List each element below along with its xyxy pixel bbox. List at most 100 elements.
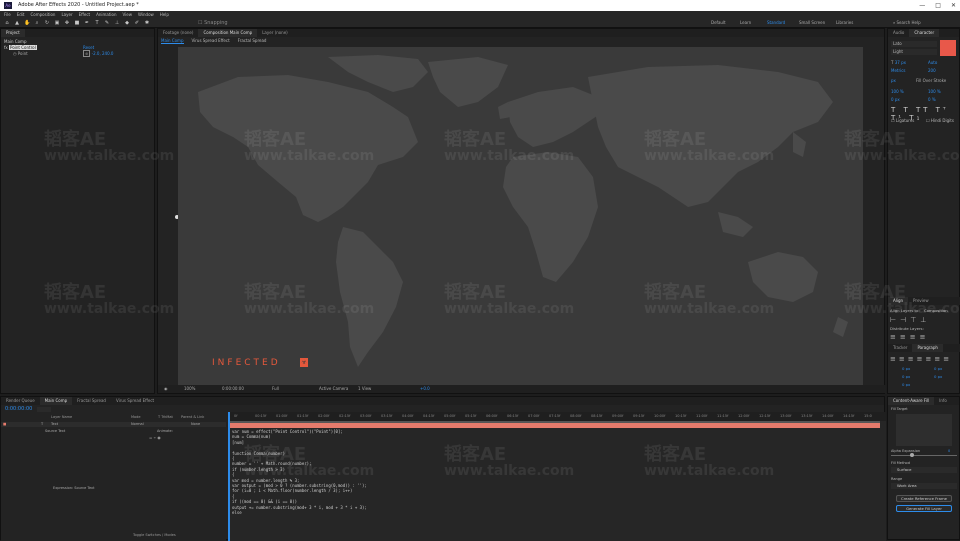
layer-parent[interactable]: None [191,422,200,426]
align-to-dropdown[interactable]: Composition [924,308,948,313]
col-trkmat[interactable]: T TrkMat [158,415,173,419]
fill-color-swatch[interactable] [940,40,956,56]
font-size-field[interactable]: T 37 px [891,60,906,65]
menu-file[interactable]: File [4,11,11,18]
clone-stamp-icon[interactable]: ⊥ [114,20,120,26]
selection-tool-icon[interactable]: ▲ [14,20,20,26]
type-tool-icon[interactable]: T [94,20,100,26]
project-item[interactable]: Main Comp [4,39,27,44]
col-mode[interactable]: Mode [131,415,141,419]
tab-composition[interactable]: Composition Main Comp [198,29,258,37]
layer-duration-bar[interactable] [228,423,880,428]
crosshair-icon[interactable]: ⊕ [83,50,91,57]
pan-behind-tool-icon[interactable]: ✥ [64,20,70,26]
tab-paragraph[interactable]: Paragraph [912,344,943,352]
fill-method-dropdown[interactable]: Surface [891,467,957,473]
baseline-field[interactable]: 0 px [891,97,900,102]
col-layer-name[interactable]: Layer Name [51,415,72,419]
tab-preview[interactable]: Preview [908,297,934,305]
toggle-switches-modes[interactable]: Toggle Switches / Modes [133,533,176,537]
snapshot-icon[interactable]: ◉ [164,385,168,393]
hindi-digits-checkbox[interactable]: ☐ Hindi Digits [926,118,954,123]
menu-help[interactable]: Help [160,11,169,18]
tab-project[interactable]: Project [1,29,25,37]
pen-tool-icon[interactable]: ✒ [84,20,90,26]
maximize-icon[interactable]: □ [935,0,941,11]
track-area[interactable]: 0f 00:15f 01:00f 01:15f 02:00f 02:15f 03:00f 03… [228,412,886,541]
tab-footage[interactable]: Footage (none) [158,29,198,37]
timeline-search-field[interactable] [37,407,51,412]
playhead[interactable] [228,412,230,541]
horizontal-scale-field[interactable]: 100 % [928,89,941,94]
layer-name[interactable]: Text [51,422,58,426]
home-icon[interactable]: ⌂ [4,20,10,26]
brush-tool-icon[interactable]: ✎ [104,20,110,26]
tab-info[interactable]: Info [934,397,952,405]
font-style-dropdown[interactable]: Light [891,49,937,55]
generate-fill-layer-button[interactable]: Generate Fill Layer [896,505,952,512]
distribute-buttons[interactable]: ≡≡≡≡ [890,333,929,341]
rotate-tool-icon[interactable]: ↻ [44,20,50,26]
tab-layer[interactable]: Layer (none) [257,29,293,37]
tracking-field[interactable]: 200 [928,68,936,73]
workspace-small-screen[interactable]: Small Screen [799,20,825,25]
layer-row[interactable]: ■ T Text Normal None [1,422,226,427]
indent-right-field[interactable]: 0 px [934,366,942,371]
breadcrumb-virus-spread[interactable]: Virus Spread Effect [192,38,230,44]
timecode-display[interactable]: 0:00:00:00 [222,385,244,393]
zoom-tool-icon[interactable]: ⌕ [34,20,40,26]
menu-view[interactable]: View [123,11,133,18]
ligatures-checkbox[interactable]: ☐ Ligatures [891,118,914,123]
tab-content-aware-fill[interactable]: Content-Aware Fill [888,397,935,405]
roto-brush-icon[interactable]: ✐ [134,20,140,26]
point-value[interactable]: ⊕ -2.0, 240.0 [83,50,113,57]
space-before-field[interactable]: 0 px [934,374,942,379]
tab-tracker[interactable]: Tracker [888,344,912,352]
close-icon[interactable]: ✕ [951,0,956,11]
eraser-tool-icon[interactable]: ◆ [124,20,130,26]
resolution-dropdown[interactable]: Full [272,385,279,393]
expression-editor[interactable]: var num = effect("Point Control")("Point… [232,429,872,516]
expression-controls[interactable]: = ⌁ ◉ [149,435,161,440]
menu-edit[interactable]: Edit [17,11,25,18]
tsume-field[interactable]: 0 % [928,97,936,102]
camera-dropdown[interactable]: Active Camera [319,385,348,393]
tab-render-queue[interactable]: Render Queue [1,397,40,405]
menu-window[interactable]: Window [138,11,154,18]
tab-fractal-spread[interactable]: Fractal Spread [72,397,111,405]
stroke-width-field[interactable]: px [891,78,896,83]
effect-row[interactable]: fx Point Control [4,45,37,50]
animate-dropdown[interactable]: Animate: [157,429,173,433]
tab-virus-spread-effect[interactable]: Virus Spread Effect [111,397,159,405]
timeline-timecode[interactable]: 0:00:00:00 [5,406,32,412]
camera-tool-icon[interactable]: ▣ [54,20,60,26]
menu-animation[interactable]: Animation [96,11,116,18]
workspace-learn[interactable]: Learn [740,20,751,25]
space-after-field[interactable]: 0 px [902,382,910,387]
indent-left-field[interactable]: 0 px [902,366,910,371]
workspace-default[interactable]: Default [711,20,726,25]
tab-character[interactable]: Character [909,29,940,37]
breadcrumb-fractal-spread[interactable]: Fractal Spread [238,38,267,44]
menu-composition[interactable]: Composition [30,11,55,18]
infected-logo-text[interactable]: INFECTED [212,358,281,368]
font-family-dropdown[interactable]: Lato [891,41,937,47]
menu-effect[interactable]: Effect [79,11,91,18]
col-parent[interactable]: Parent & Link [181,415,204,419]
indent-first-field[interactable]: 0 px [902,374,910,379]
justify-buttons[interactable]: ≡≡≡≡≡≡≡ [890,355,952,363]
hand-tool-icon[interactable]: ✋ [24,20,30,26]
kerning-field[interactable]: Metrics [891,68,906,73]
zoom-dropdown[interactable]: 100% [184,385,195,393]
exposure-value[interactable]: +0.0 [420,385,430,393]
alpha-expansion-value[interactable]: 0 [948,449,950,453]
vertical-scale-field[interactable]: 100 % [891,89,904,94]
workspace-standard[interactable]: Standard [767,20,785,25]
search-help-field[interactable]: ⌕ Search Help [893,20,953,26]
minimize-icon[interactable]: — [919,0,925,11]
tab-main-comp[interactable]: Main Comp [39,397,73,405]
snapping-checkbox[interactable]: ☐ Snapping [198,20,228,26]
range-dropdown[interactable]: Work Area [891,483,957,489]
source-text-prop[interactable]: Source Text [45,429,65,433]
workspace-libraries[interactable]: Libraries [836,20,853,25]
